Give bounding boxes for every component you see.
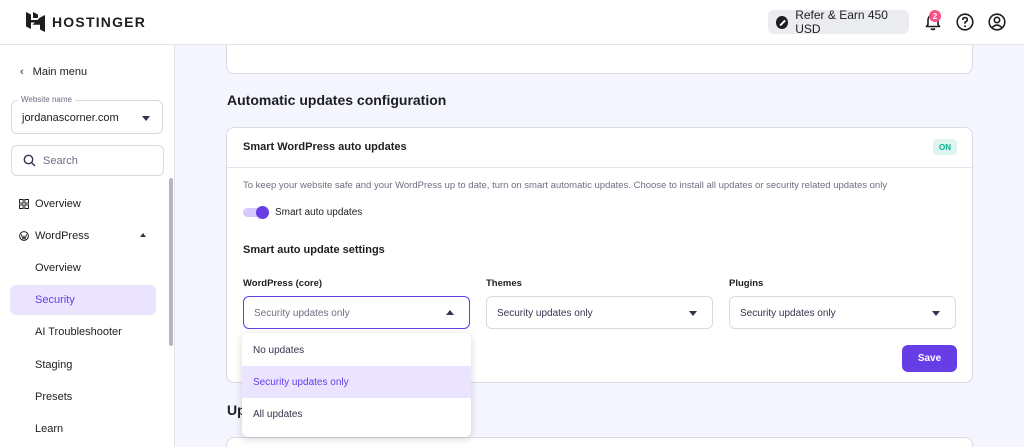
plugins-label: Plugins (729, 278, 764, 289)
toggle-label: Smart auto updates (275, 207, 363, 218)
refer-earn-label: Refer & Earn 450 USD (795, 8, 888, 36)
sidebar-item-label: Learn (35, 423, 64, 435)
grid-icon (19, 199, 29, 209)
save-button[interactable]: Save (902, 345, 957, 372)
option-all-updates[interactable]: All updates (242, 398, 471, 430)
sidebar-item-staging[interactable]: Staging (35, 350, 72, 380)
chevron-left-icon: ‹ (20, 66, 24, 78)
sidebar-item-label: Security (35, 294, 75, 306)
sidebar-item-label: Presets (35, 391, 73, 403)
sidebar-item-ai-troubleshooter[interactable]: AI Troubleshooter (35, 317, 122, 347)
sidebar-item-presets[interactable]: Presets (35, 382, 72, 412)
section-title: Automatic updates configuration (227, 92, 447, 108)
sidebar-item-overview[interactable]: Overview (19, 189, 81, 219)
sidebar: ‹ Main menu Website name jordanascorner.… (0, 45, 175, 447)
wordpress-icon (19, 231, 29, 241)
notification-count-badge: 2 (929, 10, 941, 22)
caret-down-icon (142, 116, 150, 121)
sidebar-item-label: Overview (35, 198, 81, 210)
caret-up-icon (140, 233, 146, 237)
sidebar-search-input[interactable]: Search (11, 145, 164, 176)
card-description: To keep your website safe and your WordP… (243, 180, 888, 191)
plugins-select[interactable]: Security updates only (729, 296, 956, 329)
toggle-knob (256, 206, 269, 219)
themes-label: Themes (486, 278, 522, 289)
wordpress-core-options-menu: No updates Security updates only All upd… (242, 333, 471, 437)
sidebar-item-label: AI Troubleshooter (35, 326, 122, 338)
sidebar-item-learn[interactable]: Learn (35, 414, 63, 444)
top-bar: HOSTINGER Refer & Earn 450 USD 2 (0, 0, 1024, 45)
search-placeholder: Search (43, 155, 78, 167)
next-card (226, 437, 973, 447)
option-no-updates[interactable]: No updates (242, 334, 471, 366)
caret-down-icon (689, 311, 697, 316)
card-title: Smart WordPress auto updates (243, 141, 407, 153)
main-menu-link[interactable]: ‹ Main menu (20, 66, 87, 78)
themes-select[interactable]: Security updates only (486, 296, 713, 329)
sidebar-scrollbar[interactable] (169, 178, 173, 346)
select-value: Security updates only (497, 308, 593, 319)
select-value: Security updates only (254, 308, 350, 319)
main-menu-label: Main menu (32, 66, 88, 78)
hostinger-logo[interactable]: HOSTINGER (26, 12, 146, 32)
hostinger-logo-icon (26, 12, 45, 32)
help-icon[interactable] (955, 12, 975, 32)
smart-auto-updates-toggle[interactable] (243, 206, 269, 219)
caret-up-icon (446, 310, 454, 315)
caret-down-icon (932, 311, 940, 316)
search-icon (23, 154, 36, 167)
sidebar-item-wordpress-overview[interactable]: Overview (35, 253, 81, 283)
wordpress-core-label: WordPress (core) (243, 278, 323, 289)
settings-subheading: Smart auto update settings (243, 244, 385, 256)
website-select-value: jordanascorner.com (22, 112, 119, 124)
sidebar-item-label: Overview (35, 262, 81, 274)
website-select-label: Website name (18, 95, 75, 104)
wordpress-core-select[interactable]: Security updates only (243, 296, 470, 329)
refer-earn-button[interactable]: Refer & Earn 450 USD (768, 8, 909, 36)
card-header: Smart WordPress auto updates ON (227, 128, 972, 168)
percent-badge-icon (776, 15, 789, 29)
user-icon[interactable] (987, 12, 1007, 32)
status-badge: ON (933, 139, 957, 155)
sidebar-item-security[interactable]: Security (10, 285, 156, 315)
previous-card (226, 45, 973, 74)
sidebar-item-wordpress[interactable]: WordPress (19, 221, 89, 251)
website-select[interactable]: Website name jordanascorner.com (11, 95, 163, 134)
sidebar-item-label: WordPress (35, 230, 90, 242)
select-value: Security updates only (740, 308, 836, 319)
brand-name: HOSTINGER (52, 14, 147, 30)
option-security-updates-only[interactable]: Security updates only (242, 366, 471, 398)
sidebar-item-label: Staging (35, 359, 73, 371)
